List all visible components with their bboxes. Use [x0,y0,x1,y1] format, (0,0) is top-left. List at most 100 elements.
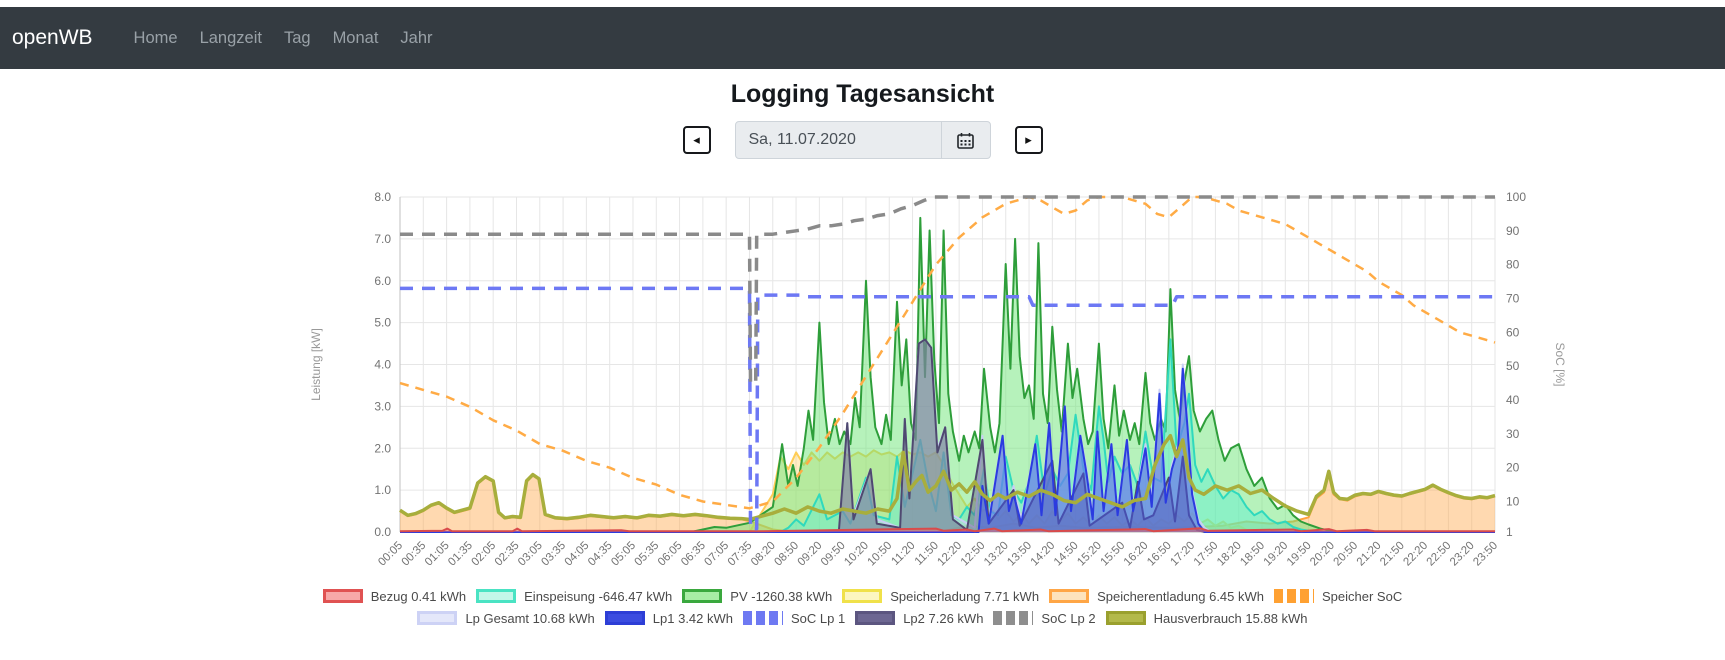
legend-item[interactable]: Hausverbrauch 15.88 kWh [1105,610,1308,626]
svg-text:80: 80 [1506,258,1520,272]
legend-label: Einspeisung -646.47 kWh [524,588,673,604]
svg-text:7.0: 7.0 [374,232,391,246]
svg-text:16:50: 16:50 [1145,540,1174,569]
svg-text:02:05: 02:05 [469,540,498,569]
svg-text:10:20: 10:20 [842,540,871,569]
svg-text:11:50: 11:50 [913,540,941,568]
legend-swatch [842,589,883,603]
legend-swatch [743,611,783,625]
svg-text:Leistung [kW]: Leistung [kW] [309,328,323,401]
svg-text:02:35: 02:35 [493,540,522,569]
chart-legend-row-1: Bezug 0.41 kWh Einspeisung -646.47 kWh PV … [0,585,1725,607]
svg-text:09:50: 09:50 [819,540,848,569]
svg-text:23:50: 23:50 [1471,540,1500,569]
svg-text:06:35: 06:35 [679,540,708,569]
legend-item[interactable]: Speicher SoC [1274,589,1402,604]
svg-text:19:50: 19:50 [1285,540,1314,569]
legend-item[interactable]: SoC Lp 2 [993,611,1096,626]
page: openWB Home Langzeit Tag Monat Jahr Logg… [0,0,1725,660]
svg-text:22:50: 22:50 [1425,540,1454,569]
calendar-button[interactable] [940,122,990,158]
svg-text:10:50: 10:50 [866,540,895,569]
chart-area: 00:05 00:35 01:05 01:35 02:05 02:35 03:05 03:35… [0,161,1725,585]
svg-text:4.0: 4.0 [374,358,391,372]
legend-label: PV -1260.38 kWh [730,588,833,604]
svg-text:01:05: 01:05 [423,540,452,569]
chevron-left-icon: ◂ [693,132,700,147]
legend-swatch [322,589,363,603]
legend-label: Lp1 3.42 kWh [652,610,733,626]
legend-item[interactable]: PV -1260.38 kWh [682,589,832,604]
svg-text:00:35: 00:35 [400,540,429,569]
svg-text:0.0: 0.0 [374,525,391,539]
nav-item-jahr[interactable]: Jahr [389,29,443,48]
svg-text:14:50: 14:50 [1052,540,1081,569]
legend-swatch [1049,589,1090,603]
chevron-right-icon: ▸ [1025,132,1032,147]
legend-swatch [476,589,517,603]
svg-text:20:50: 20:50 [1331,540,1360,569]
legend-swatch [855,611,896,625]
legend-swatch [1274,589,1315,603]
legend-item[interactable]: Speicherentladung 6.45 kWh [1049,589,1264,604]
legend-item[interactable]: SoC Lp 1 [743,611,845,626]
svg-text:04:05: 04:05 [563,540,592,569]
svg-text:19:20: 19:20 [1262,540,1291,569]
nav-item-tag[interactable]: Tag [273,29,322,48]
svg-text:22:20: 22:20 [1401,540,1430,569]
legend-item[interactable]: Bezug 0.41 kWh [322,588,467,604]
svg-text:15:50: 15:50 [1099,540,1128,569]
svg-text:05:05: 05:05 [609,540,638,569]
svg-text:18:20: 18:20 [1215,540,1244,569]
svg-text:5.0: 5.0 [374,316,391,330]
legend-item[interactable]: Speicherladung 7.71 kWh [842,589,1039,604]
legend-label: Hausverbrauch 15.88 kWh [1153,610,1308,626]
svg-text:1.0: 1.0 [374,483,391,497]
svg-text:23:20: 23:20 [1448,540,1477,569]
svg-text:100: 100 [1506,190,1526,204]
svg-text:09:20: 09:20 [796,540,825,569]
prev-day-button[interactable]: ◂ [682,126,711,154]
chart-svg: 00:0500:3501:0501:3502:0502:3503:0503:35… [309,190,1567,569]
svg-text:16:20: 16:20 [1122,540,1151,569]
svg-text:90: 90 [1506,224,1520,238]
svg-text:15:20: 15:20 [1075,540,1104,569]
next-day-button[interactable]: ▸ [1014,126,1043,154]
legend-item[interactable]: Lp2 7.26 kWh [855,611,983,626]
legend-item[interactable]: Einspeisung -646.47 kWh [476,589,672,604]
svg-text:11:20: 11:20 [889,540,917,568]
svg-text:21:50: 21:50 [1378,540,1407,569]
nav-item-monat[interactable]: Monat [322,29,390,48]
nav-item-langzeit[interactable]: Langzeit [189,29,273,48]
svg-text:13:50: 13:50 [1005,540,1034,569]
date-controls: ◂ Sa, 11.07.2020 ▸ [0,121,1725,159]
legend-swatch [604,611,645,625]
nav-item-home[interactable]: Home [123,29,189,48]
date-picker-group: Sa, 11.07.2020 [734,121,991,159]
svg-text:07:35: 07:35 [726,540,755,569]
svg-text:30: 30 [1506,427,1520,441]
svg-text:00:05: 00:05 [376,540,405,569]
legend-label: SoC Lp 1 [791,610,846,626]
svg-text:21:20: 21:20 [1355,540,1384,569]
svg-text:14:20: 14:20 [1029,540,1058,569]
navbar: openWB Home Langzeit Tag Monat Jahr [0,7,1725,69]
calendar-icon [957,132,974,149]
svg-text:50: 50 [1506,359,1520,373]
svg-text:12:20: 12:20 [935,540,964,569]
svg-text:03:05: 03:05 [516,540,545,569]
legend-label: Bezug 0.41 kWh [370,588,467,604]
page-title: Logging Tagesansicht [730,80,995,108]
legend-item[interactable]: Lp1 3.42 kWh [604,610,733,626]
legend-swatch [993,611,1034,625]
svg-text:04:35: 04:35 [586,540,615,569]
svg-text:07:05: 07:05 [702,540,731,569]
svg-text:6.0: 6.0 [374,274,391,288]
date-input[interactable]: Sa, 11.07.2020 [736,122,941,158]
svg-text:3.0: 3.0 [374,399,391,413]
legend-swatch [682,589,723,603]
legend-label: Lp Gesamt 10.68 kWh [465,610,595,626]
legend-item[interactable]: Lp Gesamt 10.68 kWh [417,610,595,626]
svg-text:70: 70 [1506,292,1520,306]
app-logo[interactable]: openWB [12,26,93,50]
